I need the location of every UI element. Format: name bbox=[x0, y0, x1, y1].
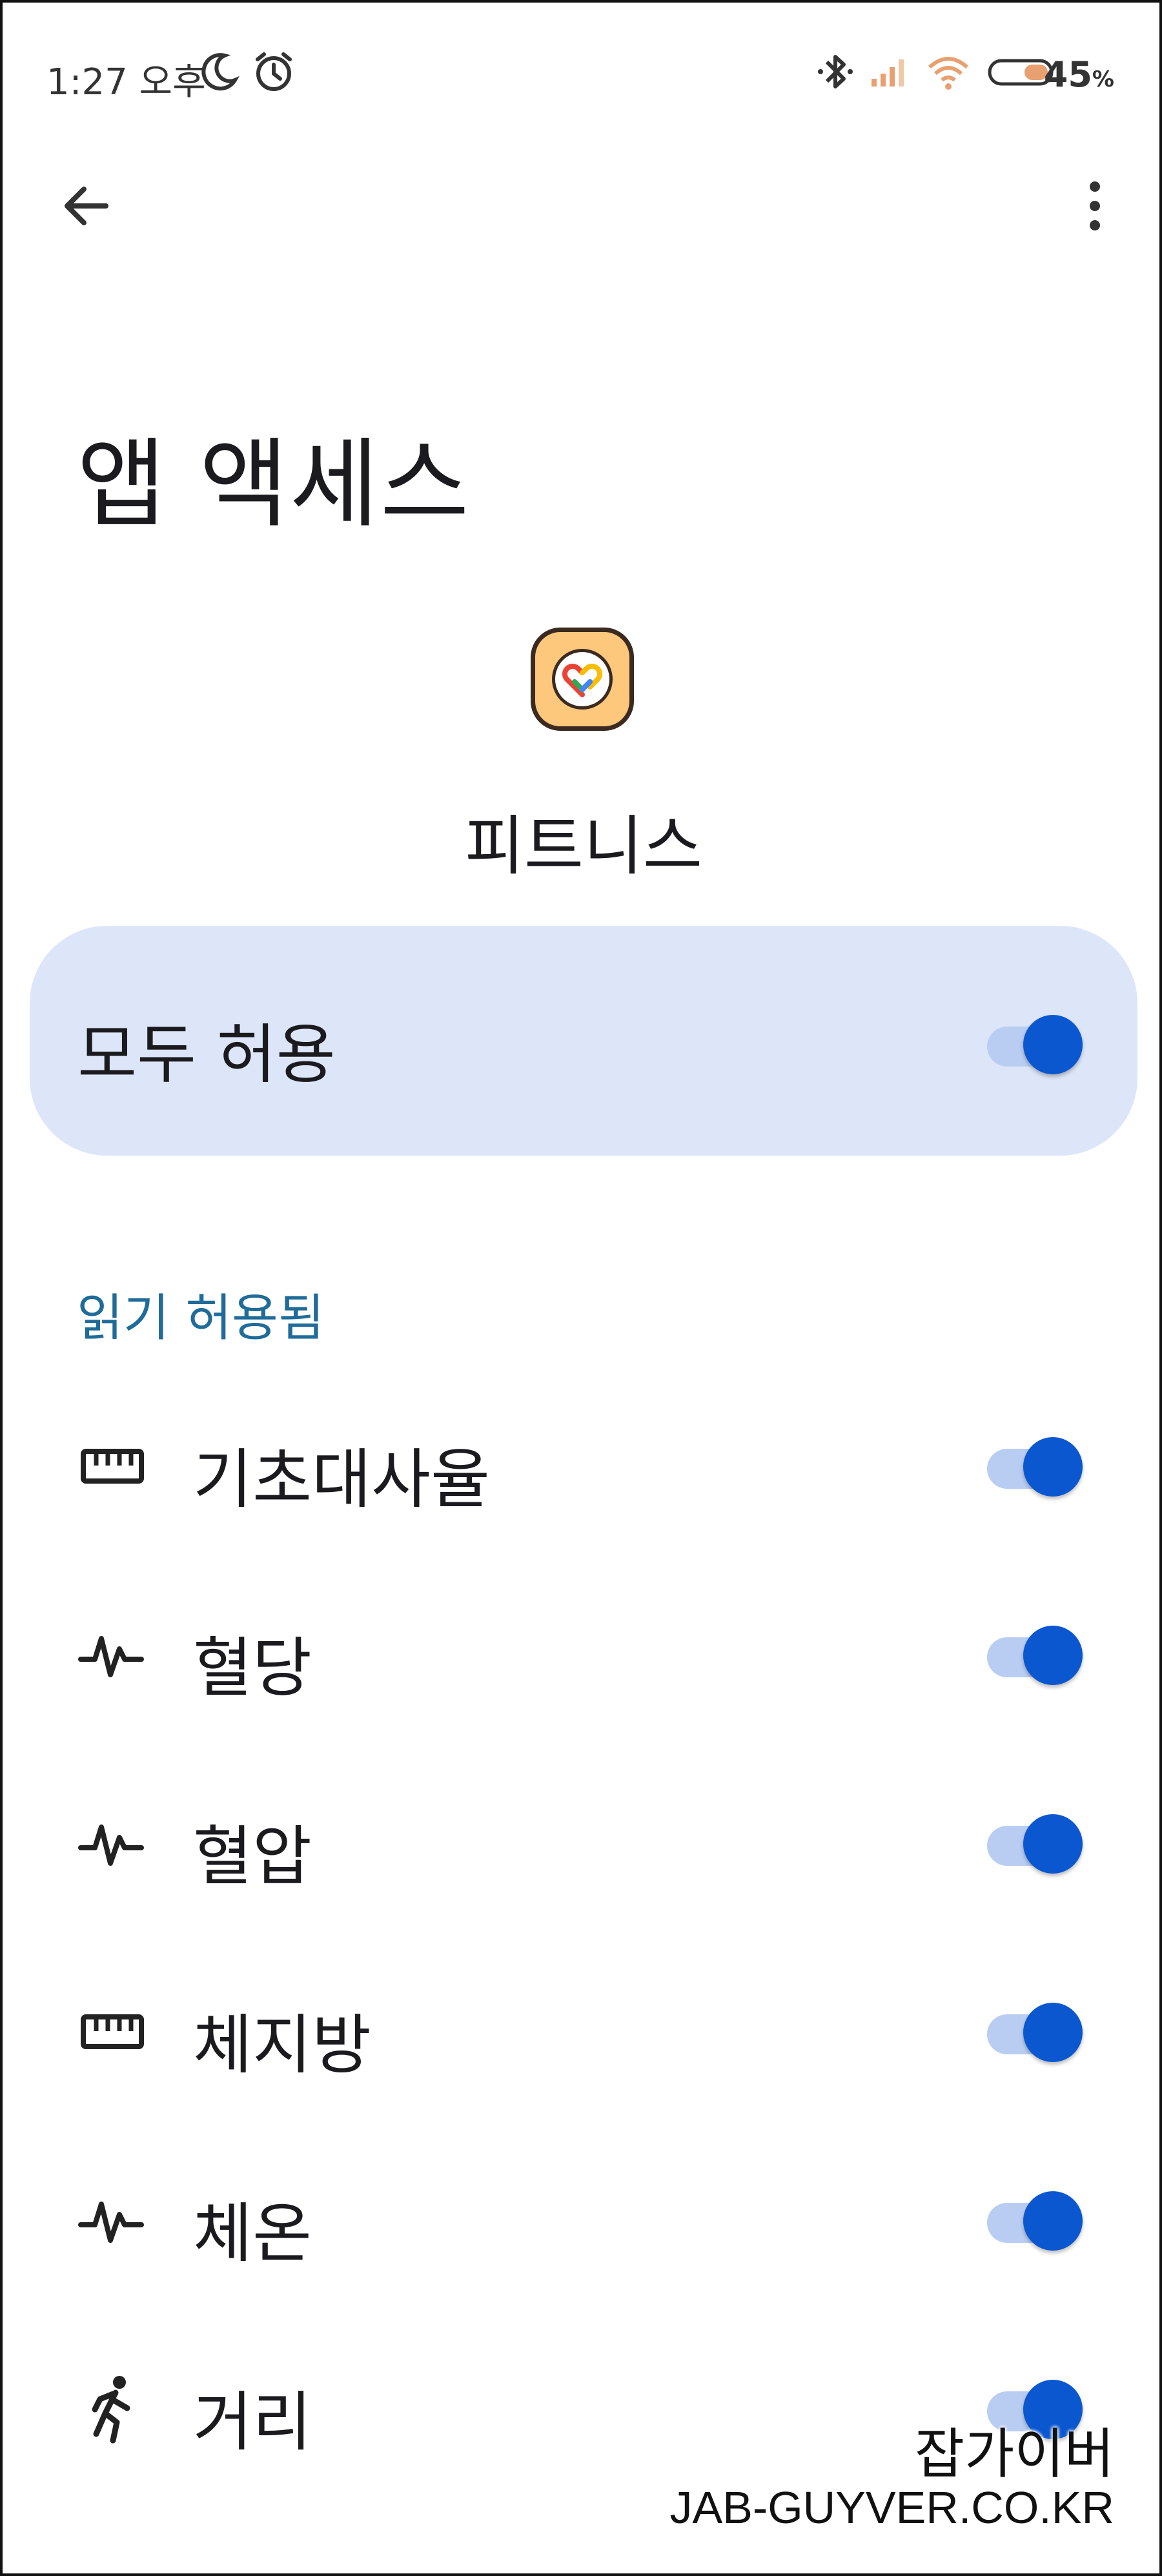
ruler-icon bbox=[81, 1449, 144, 1484]
arrow-left-icon bbox=[65, 187, 108, 225]
more-vert-icon bbox=[1090, 181, 1100, 230]
permission-label: 기초대사율 bbox=[193, 1442, 490, 1517]
permission-row[interactable]: 체온 bbox=[3, 2125, 1159, 2314]
allow-all-switch[interactable] bbox=[987, 1008, 1084, 1074]
vitals-icon bbox=[78, 1825, 144, 1866]
permission-switch[interactable] bbox=[987, 1808, 1084, 1874]
app-icon bbox=[531, 628, 634, 731]
permission-row[interactable]: 기초대사율 bbox=[3, 1371, 1159, 1560]
permission-switch[interactable] bbox=[987, 1619, 1084, 1685]
vitals-icon bbox=[78, 2202, 144, 2243]
signal-icon bbox=[872, 59, 904, 87]
permission-row[interactable]: 체지방 bbox=[3, 1937, 1159, 2125]
permission-row[interactable]: 혈압 bbox=[3, 1748, 1159, 1937]
permission-label: 체지방 bbox=[193, 2007, 371, 2083]
app-name: 피트니스 bbox=[465, 808, 702, 884]
google-fit-heart-icon bbox=[562, 663, 603, 697]
watermark-url: JAB-GUYVER.CO.KR bbox=[669, 2482, 1114, 2533]
screen: 1:27 오후 45% 앱 액세스 피트니스 모두 허용 읽기 허용됨 기초대사… bbox=[0, 0, 1162, 2576]
battery-percent: 45% bbox=[1043, 54, 1114, 95]
permission-label: 혈압 bbox=[193, 1819, 312, 1894]
permission-row[interactable]: 혈당 bbox=[3, 1560, 1159, 1748]
permission-label: 체온 bbox=[193, 2196, 312, 2271]
allow-all-label: 모두 허용 bbox=[77, 1017, 336, 1092]
running-icon bbox=[92, 2376, 130, 2444]
status-bar: 1:27 오후 45% bbox=[3, 41, 1159, 106]
page-title: 앱 액세스 bbox=[77, 429, 471, 541]
alarm-icon bbox=[256, 52, 292, 91]
permission-switch[interactable] bbox=[987, 1996, 1084, 2062]
ruler-icon bbox=[81, 2014, 144, 2049]
permission-label: 혈당 bbox=[193, 1630, 312, 1706]
watermark-name: 잡가이버 bbox=[914, 2422, 1114, 2486]
moon-icon bbox=[201, 53, 240, 91]
bluetooth-icon bbox=[818, 55, 853, 88]
back-button[interactable] bbox=[54, 174, 119, 238]
allow-all-row[interactable]: 모두 허용 bbox=[30, 926, 1137, 1156]
section-header-read-allowed: 읽기 허용됨 bbox=[77, 1289, 325, 1347]
more-options-button[interactable] bbox=[1063, 174, 1127, 238]
permission-label: 거리 bbox=[193, 2384, 312, 2460]
status-time: 1:27 오후 bbox=[46, 61, 206, 103]
wifi-icon bbox=[928, 57, 969, 90]
vitals-icon bbox=[78, 1636, 144, 1677]
permission-switch[interactable] bbox=[987, 2185, 1084, 2251]
permission-switch[interactable] bbox=[987, 1431, 1084, 1497]
